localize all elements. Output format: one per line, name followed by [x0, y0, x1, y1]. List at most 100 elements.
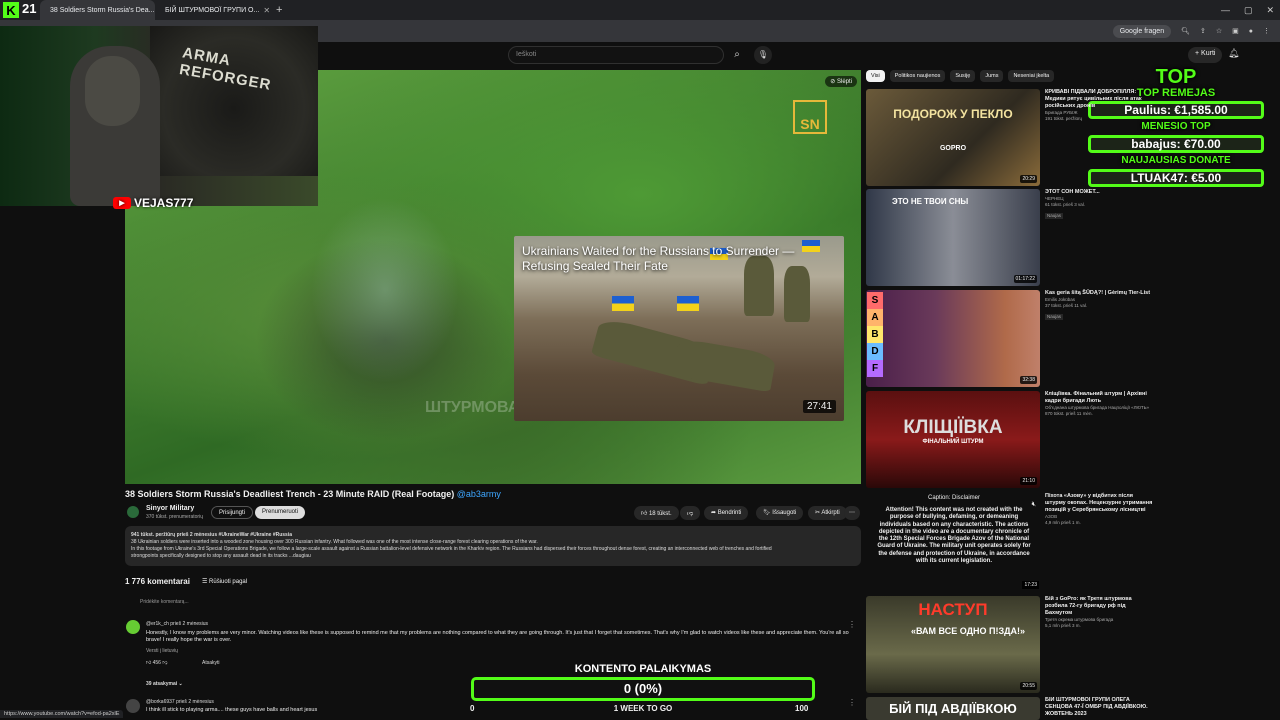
- mute-icon[interactable]: 🔇︎: [1032, 501, 1036, 509]
- channel-logo-sn: SN: [793, 100, 827, 134]
- chip-all[interactable]: Visi: [866, 70, 885, 82]
- disclaimer-text: Attention! This content was not created …: [877, 507, 1031, 565]
- rec-meta: 191 tūkst. peržiūrų: [1045, 116, 1083, 121]
- rec-title: КРИВАВІ ПІДВАЛИ ДОБРОПІЛЛЯ: Медики рятує…: [1045, 89, 1142, 109]
- video-thumbnail[interactable]: НАСТУП «ВАМ ВСЕ ОДНО П!ЗДА!» 20:55: [866, 596, 1040, 693]
- recommended-video[interactable]: ПОДОРОЖ У ПЕКЛО GOPRO 20:29 КРИВАВІ ПІДВ…: [866, 89, 1156, 186]
- channel-avatar[interactable]: [127, 506, 139, 518]
- video-duration: 32:38: [1020, 376, 1037, 384]
- share-icon[interactable]: ⇪: [1200, 27, 1206, 35]
- search-input[interactable]: Ieškoti: [508, 46, 724, 64]
- close-window-icon[interactable]: ✕: [1266, 5, 1274, 16]
- chip-politics[interactable]: Politikos naujienos: [889, 70, 946, 82]
- comment-menu-icon[interactable]: ⋮: [848, 698, 856, 707]
- description-box[interactable]: 941 tūkst. peržiūrų prieš 2 mėnesius #Uk…: [125, 526, 861, 566]
- create-button[interactable]: + Kurti: [1188, 47, 1223, 63]
- video-duration: 01:17:22: [1013, 275, 1037, 283]
- video-duration: 17:23: [1022, 581, 1039, 589]
- chip-related[interactable]: Susiję: [950, 70, 976, 82]
- endcard-title: Ukrainians Waited for the Russians to Su…: [522, 244, 795, 273]
- extensions-icon[interactable]: ▣: [1232, 27, 1239, 35]
- comment-avatar[interactable]: [126, 620, 140, 634]
- share-button[interactable]: ➦ Bendrinti: [704, 506, 749, 520]
- comment-text: I think ill stick to playing arma.... th…: [146, 707, 318, 713]
- recommended-video[interactable]: КЛІЩІЇВКА ФІНАЛЬНИЙ ШТУРМ 21:10 Кліщіївк…: [866, 391, 1156, 488]
- channel-name[interactable]: Sinyor Military: [146, 505, 194, 512]
- tier-list: S A B D F: [867, 292, 883, 377]
- thumbnail-subtext: GOPRO: [939, 145, 967, 152]
- comment-author[interactable]: @er1k_ch prieš 2 mėnesius: [146, 621, 208, 627]
- window-controls: — ▢ ✕: [1221, 0, 1274, 20]
- goal-progress-bar: 0 (0%): [471, 677, 815, 701]
- tab-active[interactable]: 38 Soldiers Storm Russia's Dea... ✕: [40, 0, 155, 20]
- thumbnail-subtext: ФІНАЛЬНИЙ ШТУРМ: [922, 439, 984, 445]
- search-icon[interactable]: ⌕: [728, 46, 746, 64]
- rec-meta: 61 tūkst. prieš 3 val.: [1045, 202, 1086, 207]
- comment-author[interactable]: @borka6937 prieš 2 mėnesius: [146, 699, 214, 705]
- video-thumbnail[interactable]: ПОДОРОЖ У ПЕКЛО GOPRO 20:29: [866, 89, 1040, 186]
- thumbnail-text: ЭТО НЕ ТВОИ СНЫ: [892, 197, 969, 206]
- google-search-pill[interactable]: Google fragen: [1112, 24, 1172, 38]
- maximize-icon[interactable]: ▢: [1244, 5, 1253, 16]
- new-badge: Naujas: [1045, 213, 1064, 219]
- minimize-icon[interactable]: —: [1221, 5, 1230, 15]
- hide-button[interactable]: ⊘ Slėpti: [825, 76, 857, 87]
- comment-menu-icon[interactable]: ⋮: [848, 620, 856, 629]
- add-comment-input[interactable]: Pridėkite komentarą...: [140, 599, 189, 605]
- thumbnail-text: НАСТУП: [918, 600, 988, 619]
- chip-for-you[interactable]: Jums: [980, 70, 1004, 82]
- comment-reply-button[interactable]: Atsakyti: [202, 660, 220, 666]
- inline-preview-player[interactable]: Caption: Disclaimer Attention! This cont…: [866, 493, 1042, 591]
- sidebar-chips: Visi Politikos naujienos Susiję Jums Nes…: [866, 70, 1055, 82]
- video-thumbnail[interactable]: БІЙ ПІД АВДІЇВКОЮ: [866, 697, 1040, 720]
- streamer-name: VEJAS777: [134, 196, 194, 210]
- clip-button[interactable]: ✂ Atkirpti: [808, 506, 847, 520]
- create-label: Kurti: [1201, 50, 1216, 57]
- rec-meta: 4,9 mln prieš 1 m.: [1045, 520, 1081, 525]
- tab-label: БІЙ ШТУРМОВОЇ ГРУПИ О...: [165, 6, 260, 14]
- subscribe-button[interactable]: Prenumeruoti: [255, 506, 306, 519]
- profile-icon[interactable]: ●: [1249, 28, 1253, 35]
- save-button[interactable]: 🔖︎ Išsaugoti: [756, 506, 804, 520]
- recommended-video[interactable]: ЭТО НЕ ТВОИ СНЫ 01:17:22 ЭТОТ СОН МОЖЕТ.…: [866, 189, 1156, 286]
- video-thumbnail[interactable]: S A B D F 32:38: [866, 290, 1040, 387]
- recommended-video[interactable]: S A B D F 32:38 Kas geria šitą ŠŪDĄ?! | …: [866, 290, 1156, 387]
- bell-icon[interactable]: 🔔︎: [1228, 48, 1239, 59]
- title-hashtag-link[interactable]: @ab3army: [457, 489, 501, 499]
- youtube-play-icon: ▶: [113, 197, 131, 209]
- new-tab-icon[interactable]: +: [276, 4, 282, 16]
- zoom-icon[interactable]: 🔍︎: [1181, 27, 1190, 35]
- kick-viewer-count: 21: [22, 1, 37, 16]
- ukraine-flag-icon: [677, 296, 699, 311]
- sort-button[interactable]: ☰ Rūšiuoti pagal: [202, 578, 247, 585]
- close-icon[interactable]: ✕: [263, 6, 270, 15]
- recommended-video[interactable]: Піхота «Азову» у відбитих після штурму о…: [1045, 493, 1155, 526]
- video-duration: 21:10: [1020, 477, 1037, 485]
- comment-avatar[interactable]: [126, 699, 140, 713]
- tab-second[interactable]: БІЙ ШТУРМОВОЇ ГРУПИ О... ✕: [155, 0, 270, 20]
- rec-meta: 870 tūkst. prieš 11 mėn.: [1045, 411, 1093, 416]
- replies-toggle[interactable]: 39 atsakymai ⌄: [146, 681, 183, 687]
- recommended-video[interactable]: БІЙ ПІД АВДІЇВКОЮ БІЙ ШТУРМОВОЇ ГРУПИ ОЛ…: [866, 697, 1156, 720]
- comment-like-button[interactable]: 👍︎ 456 👎︎: [146, 660, 167, 666]
- like-button[interactable]: 👍︎ 18 tūkst.: [634, 506, 679, 520]
- translate-link[interactable]: Versti į lietuvių: [146, 648, 178, 654]
- recommended-video[interactable]: НАСТУП «ВАМ ВСЕ ОДНО П!ЗДА!» 20:55 Бій з…: [866, 596, 1156, 693]
- video-duration: 20:55: [1020, 682, 1037, 690]
- youtube-channel-tag: ▶ VEJAS777: [113, 196, 193, 210]
- video-thumbnail[interactable]: КЛІЩІЇВКА ФІНАЛЬНИЙ ШТУРМ 21:10: [866, 391, 1040, 488]
- description-meta: 941 tūkst. peržiūrų prieš 2 mėnesius #Uk…: [131, 532, 292, 538]
- chip-recently-uploaded[interactable]: Neseniai įkelta: [1008, 70, 1055, 82]
- rec-title: ЭТОТ СОН МОЖЕТ...: [1045, 189, 1100, 195]
- menu-dots-icon[interactable]: ⋮: [1263, 27, 1270, 35]
- endscreen-video-card[interactable]: Ukrainians Waited for the Russians to Su…: [514, 236, 844, 421]
- bookmark-star-icon[interactable]: ☆: [1216, 27, 1222, 35]
- video-thumbnail[interactable]: ЭТО НЕ ТВОИ СНЫ 01:17:22: [866, 189, 1040, 286]
- rec-title: Бій з GoPro: як Третя штурмова розбила 7…: [1045, 596, 1132, 616]
- rec-meta: 37 tūkst. prieš 11 val.: [1045, 303, 1088, 308]
- more-actions-icon[interactable]: ⋯: [844, 506, 860, 520]
- dislike-button[interactable]: 👎︎: [680, 506, 701, 520]
- rec-title: Піхота «Азову» у відбитих після штурму о…: [1045, 493, 1153, 513]
- join-button[interactable]: Prisijungti: [211, 506, 254, 519]
- mic-icon[interactable]: 🎙︎: [754, 46, 772, 64]
